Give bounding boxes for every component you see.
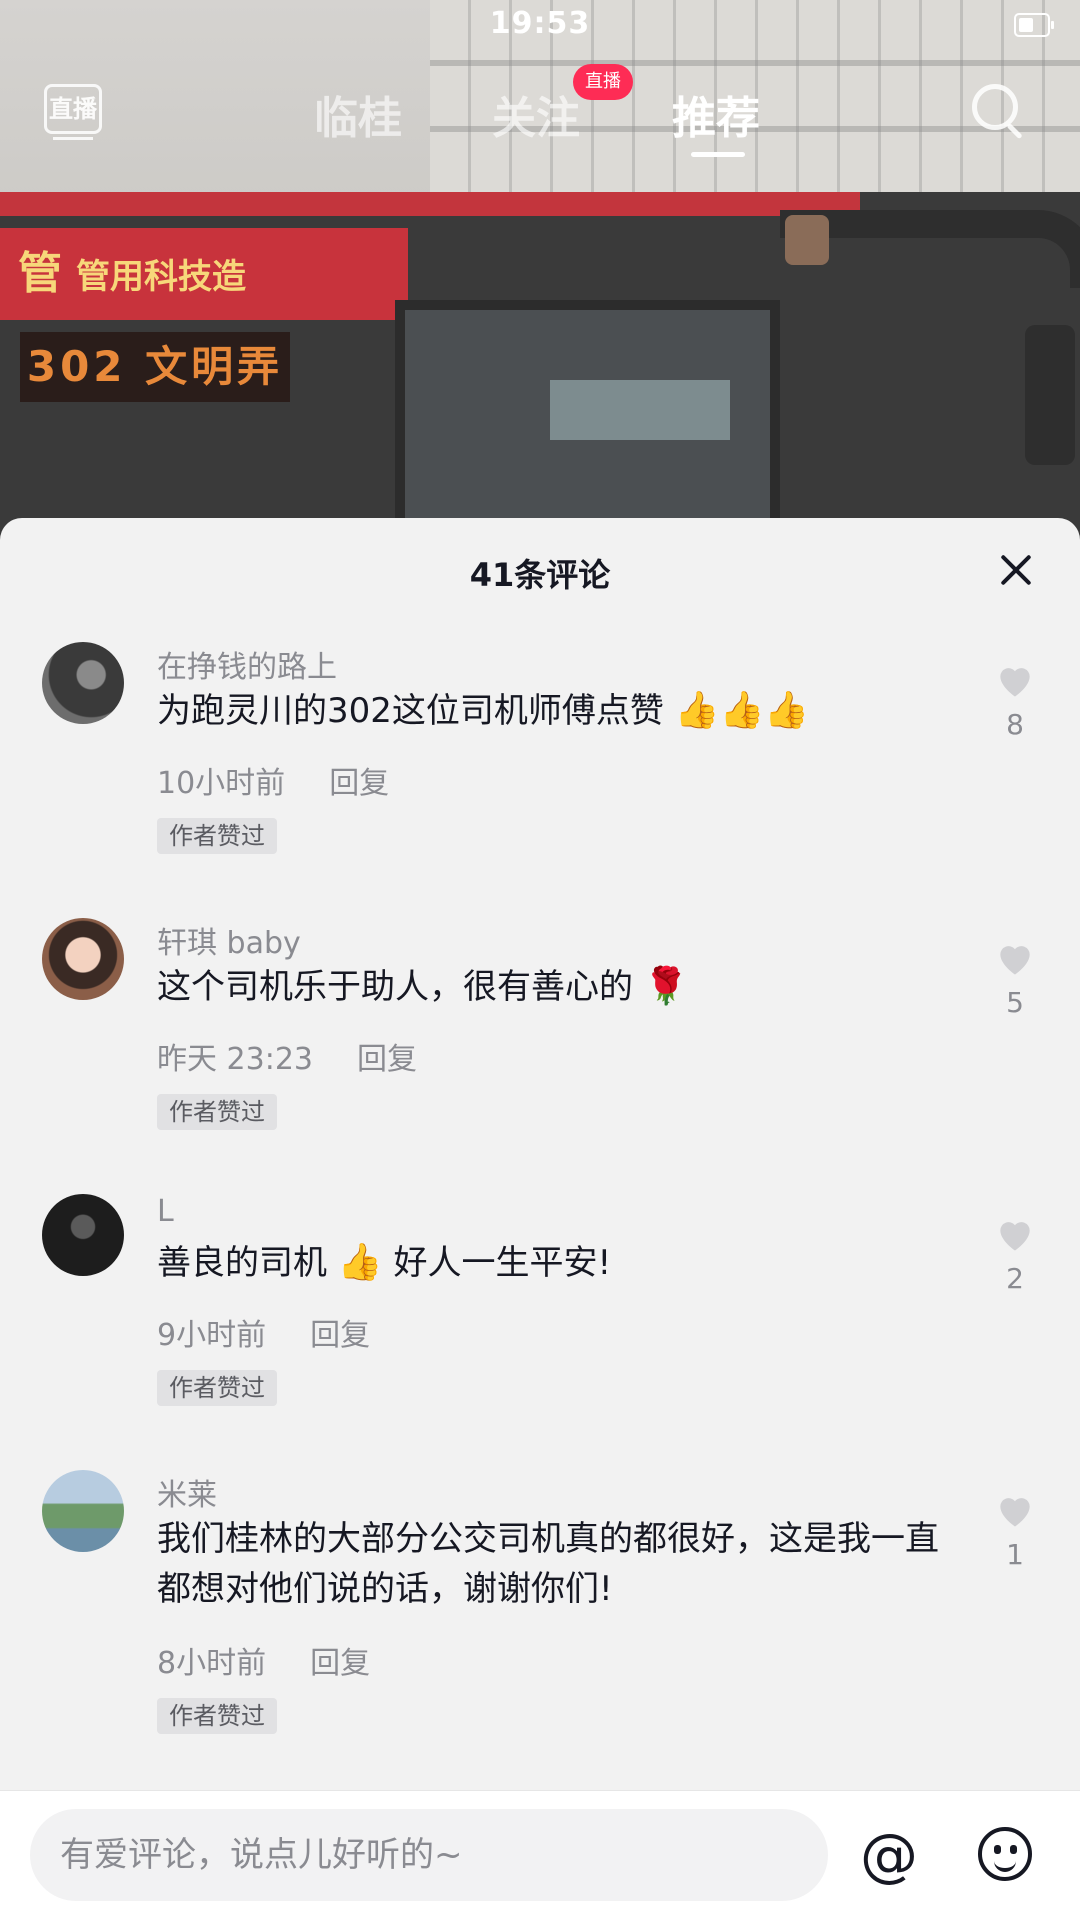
avatar[interactable] xyxy=(42,1470,124,1552)
comment-meta: 8小时前 回复 xyxy=(157,1638,370,1682)
thumbs-up-icon: 👍 xyxy=(337,1242,383,1283)
bus-led-display: 302 文明弄 xyxy=(20,332,290,402)
close-icon[interactable] xyxy=(998,552,1034,588)
like-count: 2 xyxy=(1006,1262,1024,1295)
heart-icon xyxy=(1000,668,1030,697)
at-icon[interactable]: @ xyxy=(860,1823,918,1887)
rose-icon: 🌹 xyxy=(643,966,689,1007)
bus-stripe xyxy=(0,192,860,216)
bus-window-poster xyxy=(550,380,730,440)
reply-button[interactable]: 回复 xyxy=(357,1042,417,1077)
comment-username[interactable]: 在挣钱的路上 xyxy=(157,642,337,686)
like-count: 1 xyxy=(1006,1538,1024,1571)
reply-button[interactable]: 回复 xyxy=(329,766,389,801)
heart-icon xyxy=(1000,946,1030,975)
like-button[interactable]: 5 xyxy=(990,936,1040,1019)
author-liked-badge: 作者赞过 xyxy=(157,1698,277,1734)
comment-time: 8小时前 xyxy=(157,1646,267,1681)
like-button[interactable]: 1 xyxy=(990,1488,1040,1571)
author-liked-badge: 作者赞过 xyxy=(157,818,277,854)
comment-time: 昨天 23:23 xyxy=(157,1042,313,1077)
battery-icon xyxy=(1014,13,1054,37)
search-icon[interactable] xyxy=(972,84,1018,130)
comment-meta: 9小时前 回复 xyxy=(157,1310,370,1354)
tab-local[interactable]: 临桂 xyxy=(314,82,402,146)
live-icon[interactable]: 直播 xyxy=(44,84,102,140)
tab-recommend[interactable]: 推荐 xyxy=(672,82,760,146)
heart-icon xyxy=(1000,1498,1030,1527)
reply-button[interactable]: 回复 xyxy=(310,1646,370,1681)
thumbs-up-icon: 👍👍👍 xyxy=(674,690,810,731)
comments-panel: 41条评论 在挣钱的路上 为跑灵川的302这位司机师傅点赞 👍👍👍 10小时前回… xyxy=(0,518,1080,1920)
avatar[interactable] xyxy=(42,642,124,724)
comment-username[interactable]: 米莱 xyxy=(157,1470,217,1514)
bus-lamp xyxy=(785,215,829,265)
author-liked-badge: 作者赞过 xyxy=(157,1094,277,1130)
comment-text: 我们桂林的大部分公交司机真的都很好，这是我一直都想对他们说的话，谢谢你们! xyxy=(157,1519,939,1609)
active-tab-indicator xyxy=(691,152,745,157)
comment-username[interactable]: 轩琪 baby xyxy=(157,918,301,962)
status-time: 19:53 xyxy=(489,6,591,41)
emoji-icon[interactable] xyxy=(978,1827,1032,1881)
tab-following[interactable]: 关注 xyxy=(492,82,580,146)
author-liked-badge: 作者赞过 xyxy=(157,1370,277,1406)
comment-text: 为跑灵川的302这位司机师傅点赞 👍👍👍 xyxy=(157,690,810,731)
comment-text: 善良的司机 👍 好人一生平安! xyxy=(157,1242,612,1283)
like-count: 8 xyxy=(1006,708,1024,741)
comment-meta: 10小时前 回复 xyxy=(157,758,389,802)
bus-mirror xyxy=(1025,325,1075,465)
like-count: 5 xyxy=(1006,986,1024,1019)
comment-username[interactable]: L xyxy=(157,1194,174,1229)
live-badge: 直播 xyxy=(573,64,633,100)
video-background[interactable]: 管管用科技造 302 文明弄 xyxy=(0,0,1080,540)
comment-time: 10小时前 xyxy=(157,766,286,801)
avatar[interactable] xyxy=(42,918,124,1000)
comment-text: 这个司机乐于助人，很有善心的 🌹 xyxy=(157,966,689,1007)
comment-time: 9小时前 xyxy=(157,1318,267,1353)
comments-count-title: 41条评论 xyxy=(469,556,611,594)
heart-icon xyxy=(1000,1222,1030,1251)
bus-banner: 管管用科技造 xyxy=(0,228,408,320)
like-button[interactable]: 8 xyxy=(990,658,1040,741)
comment-meta: 昨天 23:23 回复 xyxy=(157,1034,417,1078)
avatar[interactable] xyxy=(42,1194,124,1276)
comment-input-bar: @ xyxy=(0,1790,1080,1921)
reply-button[interactable]: 回复 xyxy=(310,1318,370,1353)
comment-input[interactable] xyxy=(30,1809,828,1901)
like-button[interactable]: 2 xyxy=(990,1212,1040,1295)
